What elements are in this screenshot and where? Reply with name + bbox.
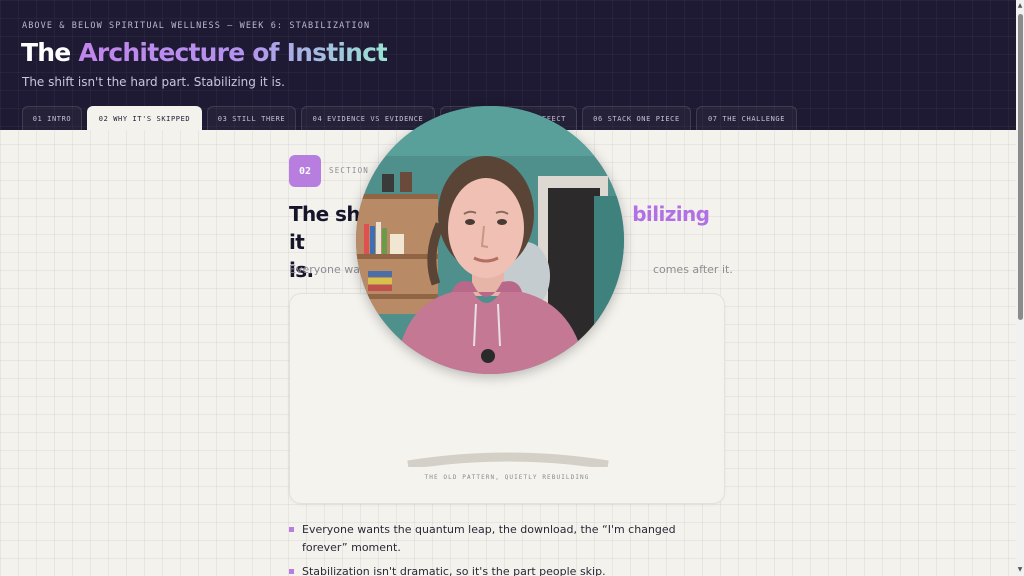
tab-still-there[interactable]: 03 STILL THERE: [207, 106, 296, 130]
person-video-icon: [356, 106, 624, 374]
section-label: SECTION: [329, 166, 370, 175]
page-title-plain: The: [21, 38, 71, 67]
list-item: Stabilization isn't dramatic, so it's th…: [289, 563, 719, 576]
bullet-marker: [289, 527, 294, 532]
section-heading-accent: bilizing: [632, 202, 710, 226]
section-lede-end: comes after it.: [652, 263, 733, 276]
scroll-down-arrow-icon[interactable]: ▼: [1016, 565, 1024, 575]
list-item: Everyone wants the quantum leap, the dow…: [289, 521, 719, 556]
card-caption: THE OLD PATTERN, QUIETLY REBUILDING: [424, 474, 590, 481]
page-subtitle: The shift isn't the hard part. Stabilizi…: [22, 75, 285, 89]
tab-evidence-vs-evidence[interactable]: 04 EVIDENCE VS EVIDENCE: [301, 106, 435, 130]
page-scrollbar[interactable]: ▲ ▼: [1016, 0, 1024, 576]
tab-intro[interactable]: 01 INTRO: [22, 106, 82, 130]
list-item-text: Everyone wants the quantum leap, the dow…: [302, 523, 676, 554]
section-heading-mid: it: [289, 230, 305, 254]
bullet-list: Everyone wants the quantum leap, the dow…: [289, 521, 719, 576]
section-number-badge: 02: [289, 155, 321, 187]
section-lede-start: Everyone wan: [289, 263, 367, 276]
tab-why-its-skipped[interactable]: 02 WHY IT'S SKIPPED: [87, 106, 202, 130]
scrollbar-thumb[interactable]: [1018, 14, 1023, 320]
list-item-text: Stabilization isn't dramatic, so it's th…: [302, 565, 606, 576]
bullet-marker: [289, 569, 294, 574]
webcam-overlay[interactable]: [356, 106, 624, 374]
tab-the-challenge[interactable]: 07 THE CHALLENGE: [696, 106, 797, 130]
section-heading-start: The shi: [289, 202, 367, 226]
scroll-up-arrow-icon[interactable]: ▲: [1016, 1, 1024, 11]
header-eyebrow: ABOVE & BELOW SPIRITUAL WELLNESS — WEEK …: [22, 21, 371, 31]
page-title-accent: Architecture of Instinct: [78, 38, 388, 67]
tab-stack-one-piece[interactable]: 06 STACK ONE PIECE: [582, 106, 691, 130]
page-title: The Architecture of Instinct: [21, 38, 388, 67]
rebuilding-arc-graphic: [407, 452, 609, 467]
